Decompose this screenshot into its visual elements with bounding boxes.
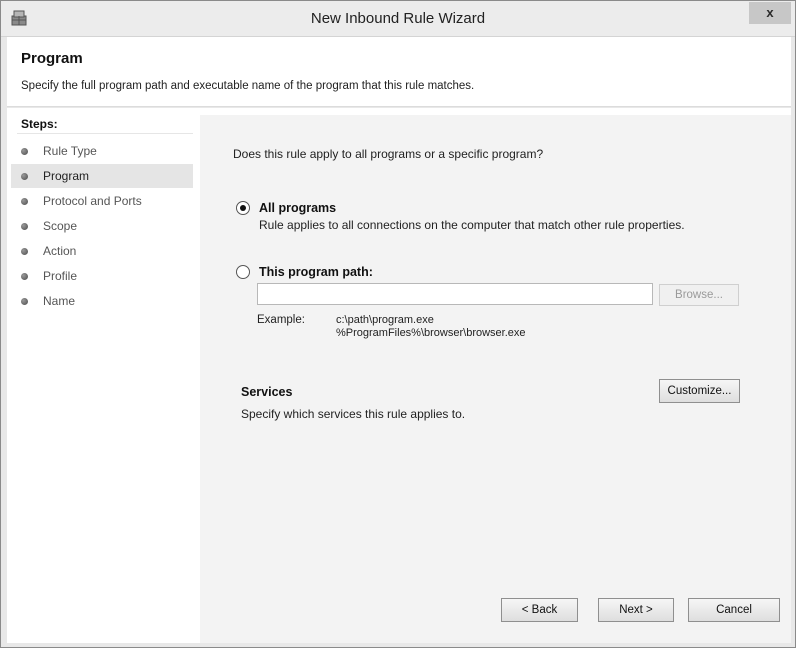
step-protocol-and-ports[interactable]: Protocol and Ports — [11, 189, 193, 213]
program-path-radio[interactable] — [236, 265, 250, 279]
bullet-icon — [21, 223, 28, 230]
all-programs-label[interactable]: All programs — [259, 201, 336, 215]
wizard-body: Steps: Rule Type Program Protocol and Po… — [7, 108, 791, 643]
radio-selected-dot — [240, 205, 246, 211]
content-panel: Does this rule apply to all programs or … — [200, 115, 791, 643]
step-label: Program — [43, 169, 90, 183]
steps-divider — [17, 133, 193, 134]
step-program[interactable]: Program — [11, 164, 193, 188]
cancel-button[interactable]: Cancel — [688, 598, 780, 622]
steps-heading: Steps: — [21, 117, 58, 131]
step-label: Scope — [43, 219, 78, 233]
step-name[interactable]: Name — [11, 289, 193, 313]
example-path-1: c:\path\program.exe — [336, 314, 434, 326]
services-title: Services — [241, 385, 293, 399]
bullet-icon — [21, 273, 28, 280]
step-label: Action — [43, 244, 77, 258]
wizard-window: New Inbound Rule Wizard x Program Specif… — [0, 0, 796, 648]
window-title: New Inbound Rule Wizard — [310, 10, 486, 27]
services-description: Specify which services this rule applies… — [241, 407, 466, 421]
step-label: Protocol and Ports — [43, 194, 142, 208]
step-action[interactable]: Action — [11, 239, 193, 263]
all-programs-description: Rule applies to all connections on the c… — [259, 218, 685, 232]
bullet-icon — [21, 298, 28, 305]
step-rule-type[interactable]: Rule Type — [11, 139, 193, 163]
step-label: Rule Type — [43, 144, 97, 158]
title-bar: New Inbound Rule Wizard x — [1, 1, 795, 37]
browse-button[interactable]: Browse... — [659, 284, 739, 306]
customize-button[interactable]: Customize... — [659, 379, 740, 403]
bullet-icon — [21, 248, 28, 255]
page-header: Program Specify the full program path an… — [7, 37, 791, 107]
program-path-label[interactable]: This program path: — [259, 265, 373, 279]
example-label: Example: — [257, 314, 305, 326]
scope-question: Does this rule apply to all programs or … — [233, 147, 544, 161]
step-label: Name — [43, 294, 76, 308]
back-button[interactable]: < Back — [501, 598, 578, 622]
bullet-icon — [21, 173, 28, 180]
page-description: Specify the full program path and execut… — [21, 80, 475, 92]
close-button[interactable]: x — [749, 2, 791, 24]
bullet-icon — [21, 148, 28, 155]
step-label: Profile — [43, 269, 78, 283]
example-path-2: %ProgramFiles%\browser\browser.exe — [336, 327, 526, 339]
program-path-input[interactable] — [257, 283, 653, 305]
next-button[interactable]: Next > — [598, 598, 674, 622]
step-scope[interactable]: Scope — [11, 214, 193, 238]
page-title: Program — [21, 50, 83, 67]
steps-panel: Steps: Rule Type Program Protocol and Po… — [7, 108, 197, 643]
step-profile[interactable]: Profile — [11, 264, 193, 288]
bullet-icon — [21, 198, 28, 205]
all-programs-radio[interactable] — [236, 201, 250, 215]
